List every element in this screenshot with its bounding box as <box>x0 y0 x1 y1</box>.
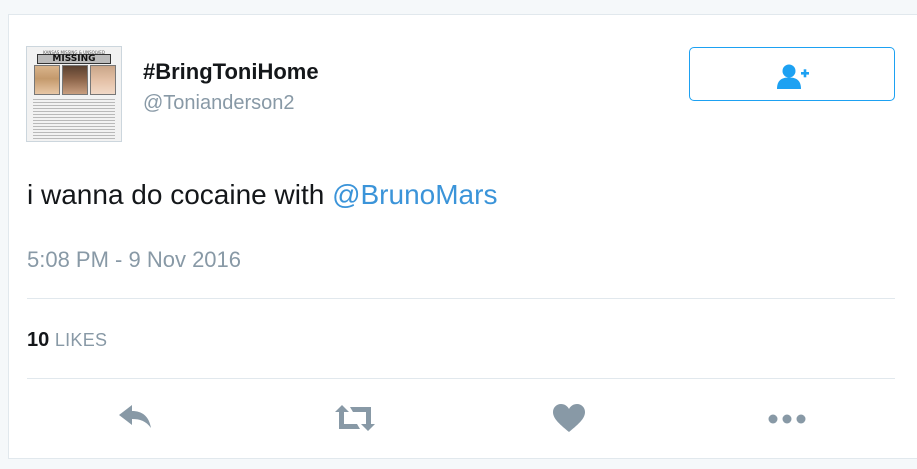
like-button[interactable] <box>551 403 591 433</box>
mention-link[interactable]: @BrunoMars <box>332 179 497 210</box>
retweet-button[interactable] <box>333 403 375 433</box>
display-name[interactable]: #BringToniHome <box>143 59 319 85</box>
retweet-icon <box>335 405 375 431</box>
tweet-text: i wanna do cocaine with @BrunoMars <box>27 179 497 211</box>
avatar-poster-photo <box>90 65 116 95</box>
avatar-poster-title: MISSING <box>37 54 111 64</box>
follow-button[interactable] <box>689 47 895 101</box>
reply-icon <box>119 405 151 428</box>
avatar-poster-photo <box>62 65 88 95</box>
avatar[interactable]: KANSAS MISSING & UNSOLVED MISSING <box>26 46 122 142</box>
divider <box>27 378 895 379</box>
avatar-poster-text-block <box>33 99 115 139</box>
tweet-text-body: i wanna do cocaine with <box>27 179 333 210</box>
likes-label: LIKES <box>54 330 108 350</box>
user-handle[interactable]: @Tonianderson2 <box>143 92 295 115</box>
heart-icon <box>553 404 585 432</box>
follow-user-icon <box>777 64 809 89</box>
likes-stat[interactable]: 10 LIKES <box>27 329 107 352</box>
likes-count: 10 <box>27 329 50 351</box>
reply-button[interactable] <box>115 403 155 433</box>
more-button[interactable] <box>765 403 806 433</box>
tweet-card: KANSAS MISSING & UNSOLVED MISSING #Bring… <box>8 14 917 459</box>
divider <box>27 298 895 299</box>
tweet-timestamp[interactable]: 5:08 PM - 9 Nov 2016 <box>27 247 241 273</box>
more-icon <box>768 414 806 424</box>
avatar-poster-photo <box>34 65 60 95</box>
